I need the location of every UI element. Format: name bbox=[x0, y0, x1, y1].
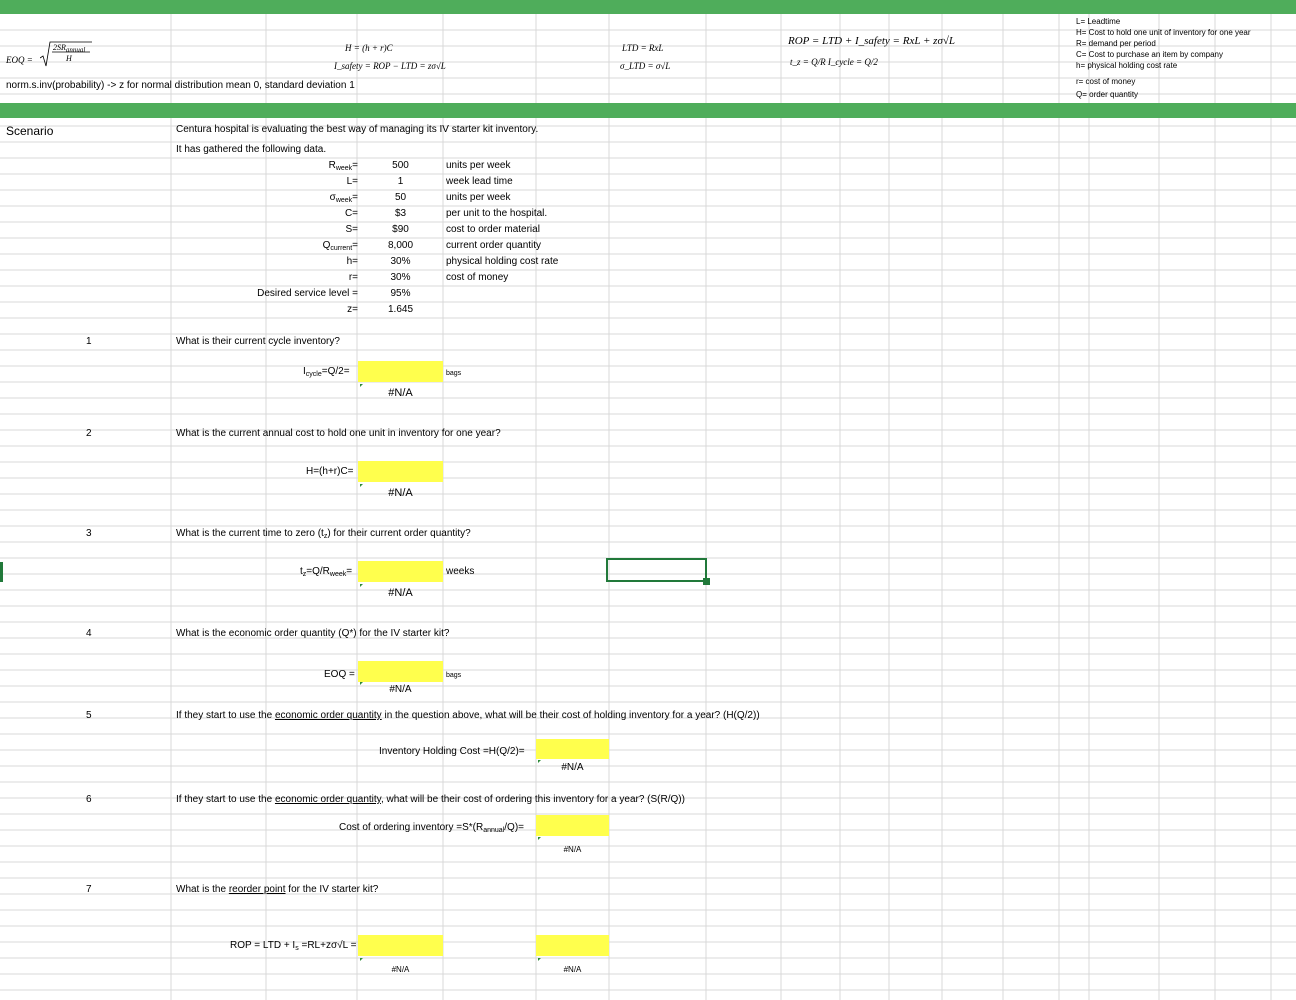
q4-result: #N/A bbox=[389, 684, 412, 695]
question-5-number: 5 bbox=[86, 710, 92, 721]
parameter-value[interactable]: 30% bbox=[358, 272, 443, 284]
legend-item: r= cost of money bbox=[1076, 77, 1136, 86]
scenario-intro-1: Centura hospital is evaluating the best … bbox=[176, 124, 539, 135]
q6-error-indicator bbox=[538, 837, 541, 840]
q4-answer-cell[interactable] bbox=[358, 661, 443, 682]
parameter-label: h= bbox=[346, 256, 358, 267]
scenario-label: Scenario bbox=[6, 124, 54, 138]
q4-unit: bags bbox=[446, 672, 462, 679]
parameter-value[interactable]: $3 bbox=[358, 208, 443, 220]
legend-item: Q= order quantity bbox=[1076, 90, 1139, 99]
q5-answer-cell[interactable] bbox=[536, 739, 609, 759]
q7-answer-cell-2[interactable] bbox=[536, 935, 609, 956]
parameter-label: L= bbox=[346, 176, 358, 187]
parameter-unit: units per week bbox=[446, 192, 511, 203]
section-green-band bbox=[0, 103, 1296, 118]
question-7-text: What is the reorder point for the IV sta… bbox=[176, 884, 379, 895]
q1-answer-cell[interactable] bbox=[358, 361, 443, 382]
q7-error-indicator-1 bbox=[360, 958, 363, 961]
q4-formula-label: EOQ = bbox=[324, 669, 355, 680]
q7-formula-label: ROP = LTD + Is =RL+zσ√L = bbox=[230, 940, 357, 952]
tz-icycle-formula: t_z = Q/R I_cycle = Q/2 bbox=[790, 57, 878, 67]
parameter-value[interactable]: 500 bbox=[358, 160, 443, 172]
parameter-value[interactable]: 1 bbox=[358, 176, 443, 188]
q1-result: #N/A bbox=[388, 387, 413, 399]
parameter-value[interactable]: $90 bbox=[358, 224, 443, 236]
parameter-unit: week lead time bbox=[446, 176, 513, 187]
parameter-value[interactable]: 95% bbox=[358, 288, 443, 300]
legend-item: h= physical holding cost rate bbox=[1076, 61, 1178, 70]
q3-answer-cell[interactable] bbox=[358, 561, 443, 582]
question-4-number: 4 bbox=[86, 628, 92, 639]
parameter-unit: cost of money bbox=[446, 272, 509, 283]
safety-inventory-formula: I_safety = ROP − LTD = zσ√L bbox=[334, 61, 446, 71]
question-5-text: If they start to use the economic order … bbox=[176, 710, 760, 721]
q3-result: #N/A bbox=[388, 587, 413, 599]
question-1-number: 1 bbox=[86, 336, 92, 347]
sigma-ltd-formula: σ_LTD = σ√L bbox=[620, 61, 671, 71]
question-1-text: What is their current cycle inventory? bbox=[176, 336, 340, 347]
q3-formula-label: tz=Q/Rweek= bbox=[300, 566, 353, 578]
parameter-label: Qcurrent= bbox=[322, 240, 358, 252]
holding-cost-formula: H = (h + r)C bbox=[345, 43, 393, 53]
question-4-text: What is the economic order quantity (Q*)… bbox=[176, 628, 450, 639]
scenario-intro-2: It has gathered the following data. bbox=[176, 144, 327, 155]
q7-error-indicator-2 bbox=[538, 958, 541, 961]
parameter-unit: per unit to the hospital. bbox=[446, 208, 548, 219]
q7-result-1: #N/A bbox=[391, 965, 410, 974]
question-2-number: 2 bbox=[86, 428, 92, 439]
parameter-unit: units per week bbox=[446, 160, 511, 171]
question-3-text: What is the current time to zero (tz) fo… bbox=[176, 528, 471, 540]
q1-formula-label: Icycle=Q/2= bbox=[303, 366, 350, 378]
q2-formula-label: H=(h+r)C= bbox=[306, 466, 354, 477]
q6-result: #N/A bbox=[563, 845, 582, 854]
parameter-unit: cost to order material bbox=[446, 224, 540, 235]
question-6-text: If they start to use the economic order … bbox=[176, 794, 685, 805]
parameter-label: Desired service level = bbox=[257, 288, 358, 299]
parameter-label: C= bbox=[344, 208, 358, 219]
q2-answer-cell[interactable] bbox=[358, 461, 443, 482]
header-green-band bbox=[0, 0, 1296, 14]
q5-result: #N/A bbox=[561, 762, 584, 773]
selected-cell[interactable] bbox=[606, 558, 707, 582]
norm-inv-note: norm.s.inv(probability) -> z for normal … bbox=[6, 80, 355, 91]
q2-result: #N/A bbox=[388, 487, 413, 499]
parameter-label: z= bbox=[347, 304, 358, 315]
question-3-number: 3 bbox=[86, 528, 92, 539]
parameter-value[interactable]: 1.645 bbox=[358, 304, 443, 316]
q5-formula-label: Inventory Holding Cost =H(Q/2)= bbox=[379, 746, 525, 757]
question-2-text: What is the current annual cost to hold … bbox=[176, 428, 501, 439]
row-selection-indicator bbox=[0, 562, 3, 582]
q6-formula-label: Cost of ordering inventory =S*(Rannual/Q… bbox=[339, 822, 524, 834]
parameter-unit: current order quantity bbox=[446, 240, 542, 251]
q7-answer-cell-1[interactable] bbox=[358, 935, 443, 956]
q7-result-2: #N/A bbox=[563, 965, 582, 974]
fill-handle[interactable] bbox=[703, 578, 710, 585]
parameter-value[interactable]: 8,000 bbox=[358, 240, 443, 252]
parameter-label: S= bbox=[345, 224, 358, 235]
q3-unit: weeks bbox=[446, 566, 475, 577]
q1-unit: bags bbox=[446, 370, 462, 377]
parameter-label: r= bbox=[348, 272, 358, 283]
question-7-number: 7 bbox=[86, 884, 92, 895]
rop-formula: ROP = LTD + I_safety = RxL + zσ√L bbox=[788, 35, 956, 47]
parameter-label: σweek= bbox=[329, 192, 358, 204]
parameter-value[interactable]: 30% bbox=[358, 256, 443, 268]
eoq-sqrt: 2SRannual H bbox=[40, 40, 92, 68]
question-6-number: 6 bbox=[86, 794, 92, 805]
ltd-formula: LTD = RxL bbox=[622, 43, 664, 53]
parameter-unit: physical holding cost rate bbox=[446, 256, 559, 267]
parameter-label: Rweek= bbox=[328, 160, 358, 172]
eoq-lhs: EOQ = bbox=[6, 55, 33, 65]
parameter-value[interactable]: 50 bbox=[358, 192, 443, 204]
q6-answer-cell[interactable] bbox=[536, 815, 609, 836]
